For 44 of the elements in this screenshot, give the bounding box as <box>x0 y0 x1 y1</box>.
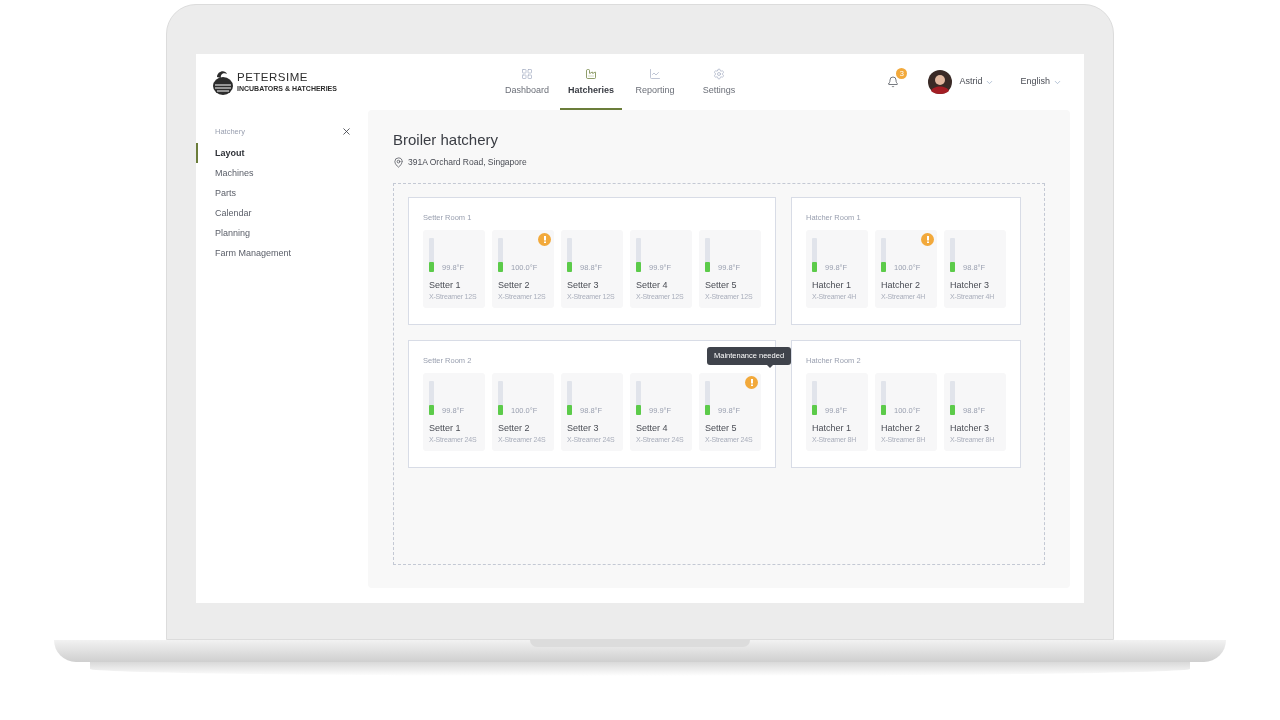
factory-icon <box>585 68 597 81</box>
machine-name: Hatcher 2 <box>881 424 922 434</box>
machine-name: Setter 4 <box>636 281 669 291</box>
machine-name: Hatcher 1 <box>812 424 853 434</box>
machine-name: Setter 1 <box>429 424 462 434</box>
exclamation-icon <box>750 379 753 387</box>
user-menu[interactable]: Astrid <box>959 75 995 89</box>
machine-name: Setter 3 <box>567 424 600 434</box>
logo-icon <box>213 69 233 95</box>
warning-badge[interactable] <box>745 376 758 390</box>
exclamation-icon <box>926 236 929 244</box>
chart-icon <box>649 68 662 81</box>
machine-name: Setter 3 <box>567 281 600 291</box>
sidebar-item[interactable]: Calendar <box>196 203 368 224</box>
bell-icon <box>887 76 900 88</box>
logo-name: PETERSIME <box>237 72 309 84</box>
machine-name: Hatcher 2 <box>881 281 922 291</box>
machine-name: Hatcher 3 <box>950 281 991 291</box>
machine-name: Setter 1 <box>429 281 462 291</box>
close-icon[interactable] <box>341 126 352 138</box>
sidebar-item[interactable]: Parts <box>196 183 368 204</box>
machine-name: Setter 4 <box>636 424 669 434</box>
language-selector[interactable]: English <box>1020 75 1062 89</box>
warning-badge[interactable] <box>921 233 934 247</box>
grid-icon <box>521 68 533 81</box>
nav-tab[interactable]: Settings <box>688 54 751 110</box>
avatar <box>928 70 953 94</box>
settings-icon <box>713 68 726 81</box>
machine-name: Setter 5 <box>705 281 738 291</box>
machine-name: Hatcher 3 <box>950 424 991 434</box>
sidebar-item[interactable]: Machines <box>196 163 368 184</box>
exclamation-icon <box>543 236 546 244</box>
machine-name: Setter 2 <box>498 281 531 291</box>
machine-name: Setter 2 <box>498 424 531 434</box>
sidebar-item[interactable]: Planning <box>196 223 368 244</box>
warning-badge[interactable] <box>538 233 551 247</box>
address: 391A Orchard Road, Singapore <box>408 156 527 169</box>
machine-name: Hatcher 1 <box>812 281 853 291</box>
machine-name: Setter 5 <box>705 424 738 434</box>
location-icon <box>393 156 404 168</box>
nav-tab[interactable]: Dashboard <box>496 54 558 110</box>
sidebar-item[interactable]: Farm Management <box>196 243 368 264</box>
page-title: Broiler hatchery <box>393 132 500 147</box>
nav-tab[interactable]: Reporting <box>624 54 687 110</box>
